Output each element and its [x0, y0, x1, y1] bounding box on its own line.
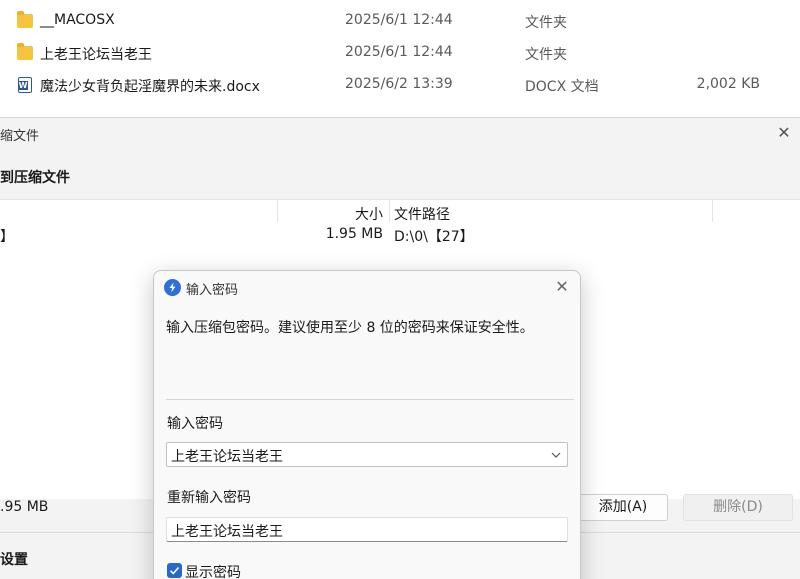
- confirm-password-label: 重新输入密码: [167, 490, 251, 506]
- file-row-macosx[interactable]: __MACOSX 2025/6/1 12:44 文件夹: [0, 5, 800, 37]
- show-password-checkbox[interactable]: [167, 563, 182, 578]
- folder-icon: [17, 11, 33, 28]
- file-row-docx[interactable]: 魔法少女背负起淫魔界的未来.docx 2025/6/2 13:39 DOCX 文…: [0, 69, 800, 101]
- show-password-label[interactable]: 显示密码: [185, 562, 241, 579]
- column-divider[interactable]: [712, 200, 713, 222]
- table-cell-path: D:\0\【27】: [394, 229, 474, 245]
- close-icon[interactable]: ✕: [552, 277, 572, 297]
- file-date: 2025/6/1 12:44: [345, 44, 453, 60]
- compress-dialog-title: 缩文件: [0, 129, 40, 144]
- compress-dialog-heading: 到压缩文件: [0, 170, 70, 186]
- file-name: 魔法少女背负起淫魔界的未来.docx: [40, 79, 260, 95]
- file-type: 文件夹: [525, 15, 567, 31]
- confirm-password-input[interactable]: 上老王论坛当老王: [166, 517, 568, 542]
- password-value[interactable]: 上老王论坛当老王: [171, 446, 283, 466]
- settings-heading: 设置: [0, 552, 28, 568]
- password-combobox[interactable]: 上老王论坛当老王: [166, 442, 568, 467]
- file-size: 2,002 KB: [696, 76, 760, 92]
- add-button[interactable]: 添加(A): [578, 494, 668, 521]
- word-document-icon: [18, 77, 32, 93]
- password-description: 输入压缩包密码。建议使用至少 8 位的密码来保证安全性。: [166, 320, 534, 336]
- compress-dialog-titlebar: 缩文件 ✕: [0, 118, 800, 150]
- file-name: 上老王论坛当老王: [40, 47, 152, 63]
- column-divider[interactable]: [389, 200, 390, 222]
- table-cell-name[interactable]: 】: [0, 226, 14, 246]
- file-type: 文件夹: [525, 47, 567, 63]
- file-name: __MACOSX: [40, 12, 115, 28]
- table-cell-size: 1.95 MB: [325, 226, 383, 242]
- password-dialog-title: 输入密码: [186, 283, 239, 298]
- confirm-password-value[interactable]: 上老王论坛当老王: [171, 521, 283, 541]
- divider: [166, 399, 574, 400]
- file-row-folder[interactable]: 上老王论坛当老王 2025/6/1 12:44 文件夹: [0, 37, 800, 69]
- file-date: 2025/6/2 13:39: [345, 76, 453, 92]
- folder-icon: [17, 43, 33, 60]
- password-dialog: 输入密码 ✕ 输入压缩包密码。建议使用至少 8 位的密码来保证安全性。 输入密码…: [153, 270, 581, 579]
- column-header-size[interactable]: 大小: [355, 204, 383, 224]
- file-type: DOCX 文档: [525, 79, 599, 95]
- app-logo-icon: [164, 279, 181, 296]
- column-divider[interactable]: [277, 200, 278, 222]
- total-size: .95 MB: [0, 499, 49, 515]
- delete-button[interactable]: 删除(D): [683, 494, 793, 521]
- file-date: 2025/6/1 12:44: [345, 12, 453, 28]
- column-header-path[interactable]: 文件路径: [394, 204, 450, 224]
- password-label: 输入密码: [167, 416, 223, 432]
- chevron-down-icon[interactable]: [549, 446, 563, 464]
- close-icon[interactable]: ✕: [774, 123, 794, 143]
